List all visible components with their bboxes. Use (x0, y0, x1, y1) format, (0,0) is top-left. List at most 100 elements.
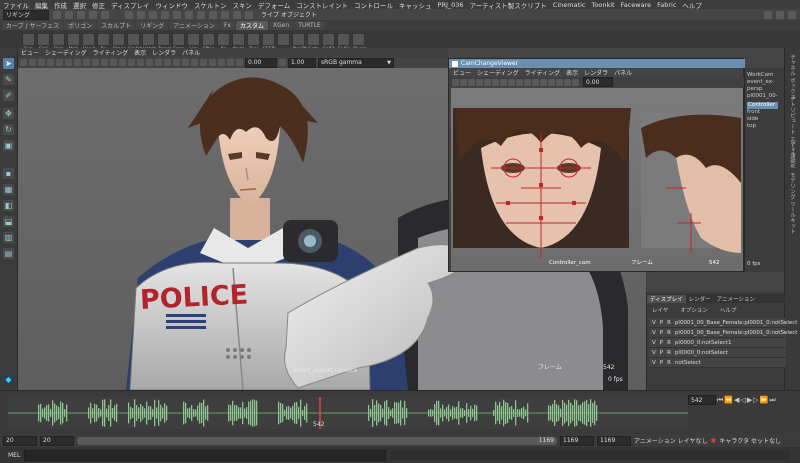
gate-mask-icon[interactable] (83, 59, 90, 66)
gamma-icon[interactable] (279, 59, 286, 66)
camera-list-item[interactable]: persp (747, 86, 763, 93)
layer-menu-layers[interactable]: レイヤ (649, 306, 671, 314)
shelf-button[interactable]: Lim (187, 32, 200, 52)
paint-select-icon[interactable]: ✐ (3, 90, 14, 101)
layout-side-icon[interactable]: ◧ (3, 200, 14, 211)
shelf-button[interactable]: ESSPI (262, 32, 276, 52)
viewport-menu-item[interactable]: ライティング (93, 48, 129, 57)
shelf-tab[interactable]: TURTLE (294, 20, 325, 30)
layer-row[interactable]: V P Rpl0001_00_Base_Female:pl0001_0:notSel… (649, 328, 797, 338)
shadows-icon[interactable] (164, 59, 171, 66)
camera-list-item[interactable]: top (747, 123, 756, 130)
shelf-tab[interactable]: スカルプト (97, 20, 136, 30)
select-object-icon[interactable] (137, 10, 145, 19)
menu-item[interactable]: Fabric (657, 1, 676, 9)
cam-viewer-menu-item[interactable]: ビュー (453, 68, 471, 77)
cam-viewer-menu-item[interactable]: パネル (614, 68, 632, 77)
layer-row[interactable]: V P RnotSelect (649, 358, 786, 368)
layer-menu-options[interactable]: オプション (677, 306, 711, 314)
cam-shadow-icon[interactable] (548, 78, 555, 86)
select-hierarchy-icon[interactable] (125, 10, 133, 19)
snap-curve-icon[interactable] (173, 10, 181, 19)
wireframe-icon[interactable] (119, 59, 126, 66)
shelf-button[interactable]: Node (232, 32, 245, 52)
colorspace-dropdown[interactable]: sRGB gamma ▼ (318, 57, 394, 68)
go-end-icon[interactable]: ⏭ (769, 396, 775, 405)
exposure-field[interactable]: 0.00 (245, 57, 277, 68)
tab-render[interactable]: レンダー (686, 295, 714, 303)
layer-v-toggle[interactable]: V (652, 360, 656, 366)
step-forward-icon[interactable]: ▷ (753, 396, 758, 404)
shelf-button[interactable]: Ko (217, 32, 230, 52)
shelf-button[interactable]: SelSt (322, 32, 335, 52)
menu-item[interactable]: PRJ_036 (438, 1, 464, 9)
go-start-icon[interactable]: ⏮ (717, 396, 723, 405)
shelf-tab[interactable]: ポリゴン (64, 20, 97, 30)
shelf-button[interactable]: Seltr (307, 32, 320, 52)
range-start-field[interactable]: 20 (40, 435, 74, 446)
menu-item[interactable]: Faceware (621, 1, 652, 9)
command-language-label[interactable]: MEL (8, 452, 20, 459)
rightstrip-tab-tool[interactable]: ツール設定 (788, 140, 796, 168)
camera-list-item[interactable]: side (747, 116, 758, 123)
shelf-button[interactable]: Tool (247, 32, 260, 52)
range-slider-bar[interactable]: 1169 (77, 436, 557, 445)
layer-v-toggle[interactable]: V (652, 320, 656, 326)
camera-list-item[interactable]: front (747, 109, 760, 116)
shelf-button[interactable]: Canc (172, 32, 185, 52)
layer-v-toggle[interactable]: V (652, 340, 656, 346)
xray-icon[interactable] (218, 59, 225, 66)
layer-p-toggle[interactable]: P (660, 360, 663, 366)
shelf-tab[interactable]: リギング (136, 20, 169, 30)
snap-point-icon[interactable] (185, 10, 193, 19)
layout-stack-icon[interactable]: ⬓ (3, 216, 14, 227)
rotate-tool-icon[interactable]: ↻ (3, 124, 14, 135)
shelf-button[interactable]: Tranal (157, 32, 172, 52)
layer-row[interactable]: V P Rpl0000_0:notSelect (649, 348, 786, 358)
tool-settings-icon[interactable] (788, 10, 796, 19)
tab-display[interactable]: ディスプレイ (647, 294, 686, 303)
camera-list-item[interactable]: WorkCam (747, 72, 774, 79)
save-scene-icon[interactable] (77, 10, 85, 19)
layer-p-toggle[interactable]: P (660, 330, 663, 336)
motion-blur-icon[interactable] (182, 59, 189, 66)
shelf-tab[interactable]: Fx (219, 20, 235, 30)
render-settings-icon[interactable] (233, 10, 241, 19)
menu-item[interactable]: Cinematic (553, 1, 586, 9)
cam-viewer-titlebar[interactable]: CamChangeViewer (449, 59, 745, 68)
shelf-button[interactable]: Eftpe (202, 32, 215, 52)
shelf-button[interactable]: Crelkb (127, 32, 142, 52)
tab-animation[interactable]: アニメーション (714, 295, 758, 303)
layer-menu-help[interactable]: ヘルプ (717, 306, 740, 314)
layer-p-toggle[interactable]: P (660, 320, 663, 326)
cam-viewer-viewport[interactable]: Controller_cam フレーム 542 (451, 88, 743, 271)
shelf-tab[interactable]: カスタム (235, 20, 268, 30)
undo-icon[interactable] (89, 10, 97, 19)
audio-waveform-track[interactable]: 542 (8, 397, 688, 429)
range-end-field[interactable]: 1169 (560, 435, 594, 446)
wire-on-shaded-icon[interactable] (137, 59, 144, 66)
cam-viewer-menu-item[interactable]: 表示 (566, 68, 578, 77)
shelf-tab[interactable]: アニメーション (169, 20, 219, 30)
gamma-field[interactable]: 1.00 (288, 57, 316, 68)
resolution-gate-icon[interactable] (74, 59, 81, 66)
shelf-button[interactable]: Plugin (352, 32, 367, 52)
shelf-button[interactable]: Hand (82, 32, 95, 52)
viewport-menu-item[interactable]: ビュー (21, 48, 39, 57)
layout-persp-graph-icon[interactable]: ▥ (3, 232, 14, 243)
cam-viewer-menu-item[interactable]: レンダラ (584, 68, 608, 77)
viewport-menu-item[interactable]: シェーディング (45, 48, 87, 57)
command-input[interactable] (24, 449, 387, 461)
select-tool-icon[interactable]: ➤ (3, 58, 14, 69)
viewport-menu-item[interactable]: レンダラ (152, 48, 176, 57)
viewport-menu-item[interactable]: 表示 (134, 48, 146, 57)
cam-imageplane-icon[interactable] (476, 78, 483, 86)
cam-xray-icon[interactable] (572, 78, 579, 86)
anti-alias-icon[interactable] (191, 59, 198, 66)
ipr-render-icon[interactable] (221, 10, 229, 19)
cam-viewer-menu-item[interactable]: シェーディング (477, 68, 519, 77)
viewport-menu-item[interactable]: パネル (182, 48, 200, 57)
camera-list-item[interactable]: pl0001_00- (747, 93, 778, 100)
cam-wireshaded-icon[interactable] (524, 78, 531, 86)
step-back-icon[interactable]: ◀ (734, 396, 739, 404)
